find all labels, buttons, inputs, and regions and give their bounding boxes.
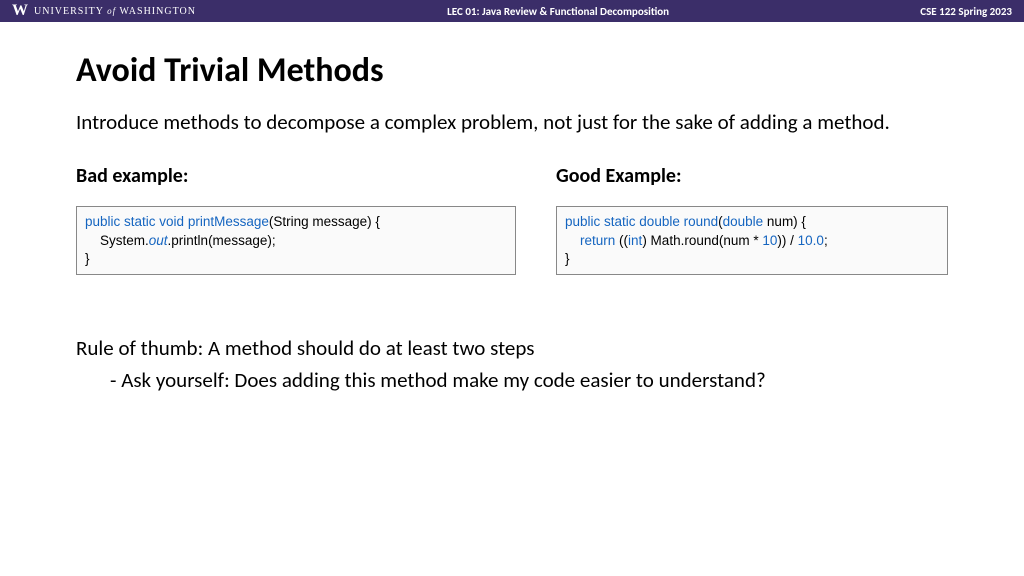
good-example-code: public static double round(double num) {…	[556, 206, 948, 275]
header-left: W UNIVERSITY of WASHINGTON	[12, 2, 196, 20]
slide-title: Avoid Trivial Methods	[76, 50, 948, 91]
bad-example-code: public static void printMessage(String m…	[76, 206, 516, 275]
subrule-text: Ask yourself: Does adding this method ma…	[76, 367, 948, 393]
intro-text: Introduce methods to decompose a complex…	[76, 109, 948, 136]
examples-row: Bad example: public static void printMes…	[76, 164, 948, 275]
bad-example-label: Bad example:	[76, 164, 516, 188]
bad-example-column: Bad example: public static void printMes…	[76, 164, 516, 275]
good-example-label: Good Example:	[556, 164, 948, 188]
slide-header: W UNIVERSITY of WASHINGTON LEC 01: Java …	[0, 0, 1024, 22]
university-name: UNIVERSITY of WASHINGTON	[34, 6, 196, 17]
good-example-column: Good Example: public static double round…	[556, 164, 948, 275]
uw-logo: W	[12, 2, 28, 20]
slide-content: Avoid Trivial Methods Introduce methods …	[0, 22, 1024, 393]
course-label: CSE 122 Spring 2023	[920, 5, 1012, 18]
lecture-title: LEC 01: Java Review & Functional Decompo…	[447, 5, 669, 18]
rule-of-thumb: Rule of thumb: A method should do at lea…	[76, 335, 948, 361]
